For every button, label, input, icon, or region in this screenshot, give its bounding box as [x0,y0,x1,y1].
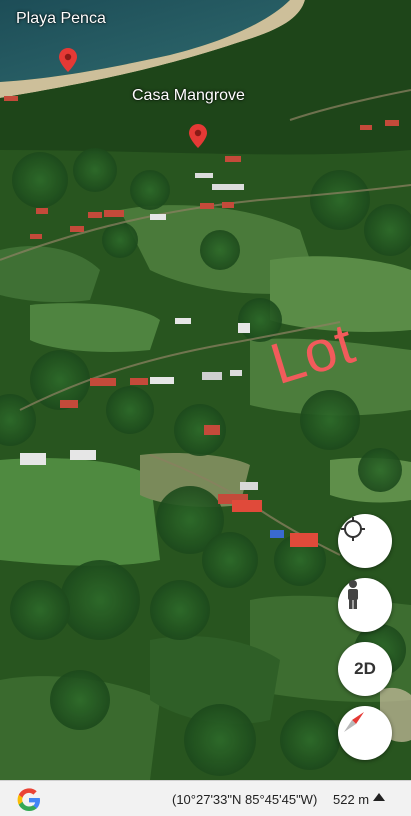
caret-up-icon[interactable] [373,793,385,801]
scale-readout: 522 m [333,792,370,807]
map-pin-icon[interactable] [59,48,77,72]
street-view-button[interactable] [338,578,392,632]
place-label-playa-penca[interactable]: Playa Penca [16,10,106,28]
crosshair-icon [341,517,365,541]
place-label-casa-mangrove[interactable]: Casa Mangrove [132,87,245,105]
status-bar: (10°27'33"N 85°45'45"W) 522 m [0,780,411,816]
my-location-button[interactable] [338,514,392,568]
map-pin-icon[interactable] [189,124,207,148]
google-g-logo[interactable] [15,786,43,814]
compass-icon [344,712,364,732]
view-mode-button[interactable]: 2D [338,642,392,696]
coordinates-readout: (10°27'33"N 85°45'45"W) [172,792,318,807]
field [0,458,160,566]
satellite-map[interactable]: Playa Penca Casa Mangrove Lot 2D [0,0,411,780]
view-mode-label: 2D [354,659,376,678]
pegman-icon [348,580,358,609]
compass-button[interactable] [338,706,392,760]
